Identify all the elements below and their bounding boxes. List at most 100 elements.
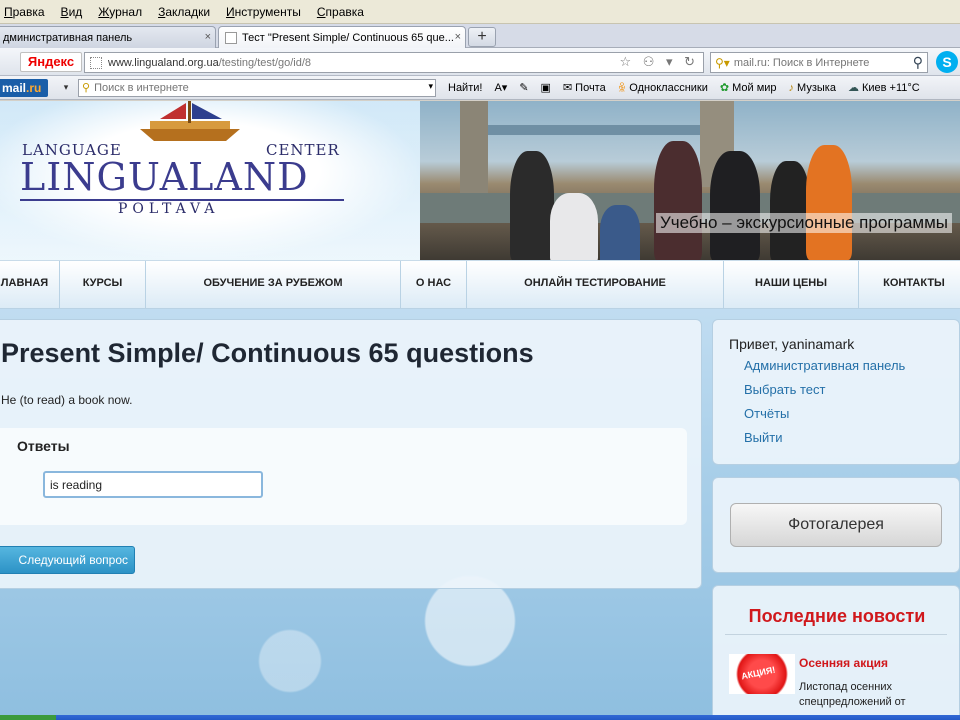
- answers-box: Ответы: [0, 428, 687, 525]
- odnoklassniki-icon: ꆜ: [617, 83, 627, 95]
- link-logout[interactable]: Выйти: [744, 430, 783, 445]
- skype-icon[interactable]: S: [936, 51, 958, 73]
- highlighter-icon[interactable]: ✎: [519, 81, 528, 94]
- web-search-input[interactable]: [733, 56, 894, 69]
- link-choose-test[interactable]: Выбрать тест: [744, 382, 825, 397]
- header-banner-photo: Учебно – экскурсионные программы: [420, 101, 960, 260]
- nav-study-abroad[interactable]: ОБУЧЕНИЕ ЗА РУБЕЖОМ: [146, 261, 401, 309]
- page-viewport: LANGUAGE CENTER LINGUALAND POLTAVA Учебн…: [0, 101, 960, 715]
- main-navigation: ЛАВНАЯ КУРСЫ ОБУЧЕНИЕ ЗА РУБЕЖОМ О НАС О…: [0, 260, 960, 309]
- page-icon: [90, 56, 102, 69]
- user-greeting: Привет, yaninamark: [729, 336, 855, 352]
- navigation-toolbar: Яндекс www.lingualand.org.ua/testing/tes…: [0, 48, 960, 76]
- close-icon[interactable]: ×: [455, 31, 461, 43]
- person-figure: [600, 205, 640, 260]
- toolbar-mail[interactable]: ✉ Почта: [563, 81, 606, 95]
- person-figure: [550, 193, 598, 260]
- toolbar-mail-label: Почта: [575, 81, 606, 94]
- menu-view[interactable]: Вид: [61, 5, 83, 19]
- tab-label: дминистративная панель: [3, 31, 133, 44]
- tab-bar: дминистративная панель × Тест "Present S…: [0, 24, 960, 49]
- ship-logo-icon: [140, 101, 240, 141]
- search-icon: ⚲: [82, 82, 91, 94]
- tab-label: Тест "Present Simple/ Continuous 65 que.…: [242, 32, 454, 44]
- menu-history[interactable]: Журнал: [98, 5, 142, 19]
- yandex-button[interactable]: Яндекс: [20, 52, 82, 72]
- promo-badge-text: АКЦИЯ!: [740, 664, 777, 682]
- answer-input[interactable]: [43, 471, 263, 498]
- mailru-logo[interactable]: mail.ru: [0, 78, 48, 97]
- divider: [725, 634, 947, 635]
- person-figure: [654, 141, 702, 260]
- menu-bar: Правка Вид Журнал Закладки Инструменты С…: [0, 0, 960, 24]
- user-panel: Привет, yaninamark Административная пане…: [712, 319, 960, 465]
- moi-mir-icon: ✿: [719, 82, 730, 94]
- screenshot-icon[interactable]: ▣: [541, 81, 551, 94]
- url-bar[interactable]: www.lingualand.org.ua/testing/test/go/id…: [84, 52, 704, 73]
- nav-home[interactable]: ЛАВНАЯ: [0, 261, 60, 309]
- music-icon: ♪: [788, 81, 795, 94]
- question-text: He (to read) a book now.: [1, 393, 133, 407]
- toolbar-music-label: Музыка: [797, 81, 836, 94]
- mailru-search-input[interactable]: [94, 81, 405, 94]
- search-icon[interactable]: ⚲: [913, 54, 923, 71]
- toolbar-moi-mir[interactable]: ✿ Мой мир: [719, 81, 777, 95]
- site-header: LANGUAGE CENTER LINGUALAND POLTAVA Учебн…: [0, 101, 960, 260]
- mailru-search-box[interactable]: ⚲ ▾: [78, 78, 436, 97]
- news-heading: Последние новости: [748, 606, 926, 626]
- web-search-box[interactable]: ⚲▾ ⚲: [710, 52, 928, 73]
- chevron-down-icon[interactable]: ▾: [58, 82, 74, 93]
- news-item-title[interactable]: Осенняя акция: [799, 656, 888, 670]
- person-figure: [770, 161, 810, 260]
- menu-edit[interactable]: Правка: [4, 5, 45, 19]
- logo-poltava: POLTAVA: [118, 201, 220, 217]
- gallery-panel: Фотогалерея: [712, 477, 960, 573]
- close-icon[interactable]: ×: [205, 31, 211, 43]
- nav-online-testing[interactable]: ОНЛАЙН ТЕСТИРОВАНИЕ: [467, 261, 724, 309]
- yandex-label: Яндекс: [27, 54, 75, 69]
- logo-lingualand: LINGUALAND: [20, 155, 309, 199]
- page-icon: [225, 32, 237, 44]
- menu-tools[interactable]: Инструменты: [226, 5, 301, 19]
- logo[interactable]: LANGUAGE CENTER LINGUALAND POLTAVA: [0, 101, 420, 260]
- mailru-logo-text: mail: [2, 80, 27, 95]
- weather-icon: ☁: [847, 82, 859, 94]
- toolbar-weather-label: Киев +11°C: [861, 81, 920, 94]
- find-button[interactable]: Найти!: [448, 82, 482, 94]
- nav-courses[interactable]: КУРСЫ: [60, 261, 146, 309]
- answers-label: Ответы: [17, 438, 70, 454]
- promo-badge-icon[interactable]: АКЦИЯ!: [729, 654, 795, 694]
- menu-help[interactable]: Справка: [317, 5, 364, 19]
- tower-bridge-tower: [460, 101, 488, 193]
- nav-about[interactable]: О НАС: [401, 261, 467, 309]
- mailru-toolbar: mail.ru ▾ ⚲ ▾ Найти! A▾ ✎ ▣ ✉Почта ꆜОдно…: [0, 76, 960, 100]
- os-taskbar: [0, 715, 960, 720]
- page-title: Present Simple/ Continuous 65 questions: [1, 338, 534, 368]
- news-panel: Последние новости АКЦИЯ! Осенняя акция Л…: [712, 585, 960, 715]
- tab-test[interactable]: Тест "Present Simple/ Continuous 65 que.…: [218, 26, 466, 49]
- tower-bridge-walkway: [488, 125, 700, 135]
- photo-gallery-button[interactable]: Фотогалерея: [730, 503, 942, 547]
- header-caption: Учебно – экскурсионные программы: [655, 213, 952, 233]
- start-button[interactable]: [0, 715, 56, 720]
- link-reports[interactable]: Отчёты: [744, 406, 789, 421]
- test-panel: Present Simple/ Continuous 65 questions …: [0, 319, 702, 589]
- person-figure: [710, 151, 760, 260]
- new-tab-button[interactable]: +: [468, 27, 496, 47]
- next-question-button[interactable]: Следующий вопрос: [0, 546, 135, 574]
- toolbar-odnoklassniki[interactable]: ꆜ Одноклассники: [617, 80, 708, 96]
- toolbar-moi-mir-label: Мой мир: [732, 81, 777, 94]
- nav-contacts[interactable]: КОНТАКТЫ: [859, 261, 960, 309]
- mailru-logo-suffix: .ru: [26, 80, 42, 95]
- toolbar-music[interactable]: ♪ Музыка: [789, 82, 836, 94]
- menu-bookmarks[interactable]: Закладки: [158, 5, 210, 19]
- search-engine-icon[interactable]: ⚲▾: [715, 56, 730, 70]
- toolbar-weather[interactable]: ☁ Киев +11°C: [847, 81, 920, 95]
- bookmark-star-icon[interactable]: ☆ ⚇ ▾ ↻: [619, 54, 699, 70]
- tab-admin-panel[interactable]: дминистративная панель ×: [0, 26, 216, 48]
- font-size-icon[interactable]: A▾: [494, 81, 507, 94]
- link-admin-panel[interactable]: Административная панель: [744, 358, 905, 373]
- nav-prices[interactable]: НАШИ ЦЕНЫ: [724, 261, 859, 309]
- chevron-down-icon[interactable]: ▾: [428, 81, 433, 92]
- url-host: www.lingualand.org.ua: [108, 56, 219, 69]
